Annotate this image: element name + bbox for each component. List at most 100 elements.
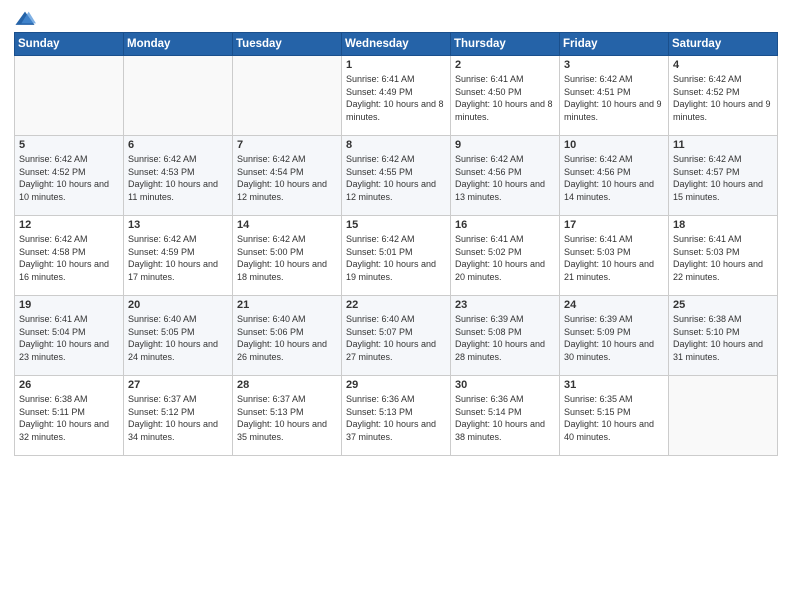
- day-info: Sunrise: 6:39 AM Sunset: 5:09 PM Dayligh…: [564, 313, 664, 363]
- day-info: Sunrise: 6:42 AM Sunset: 4:52 PM Dayligh…: [19, 153, 119, 203]
- days-header-row: SundayMondayTuesdayWednesdayThursdayFrid…: [15, 33, 778, 56]
- day-info: Sunrise: 6:40 AM Sunset: 5:06 PM Dayligh…: [237, 313, 337, 363]
- day-number: 29: [346, 379, 446, 391]
- day-info: Sunrise: 6:38 AM Sunset: 5:10 PM Dayligh…: [673, 313, 773, 363]
- day-number: 31: [564, 379, 664, 391]
- day-number: 7: [237, 139, 337, 151]
- calendar-cell: 20 Sunrise: 6:40 AM Sunset: 5:05 PM Dayli…: [124, 296, 233, 376]
- day-number: 23: [455, 299, 555, 311]
- day-info: Sunrise: 6:36 AM Sunset: 5:13 PM Dayligh…: [346, 393, 446, 443]
- day-number: 2: [455, 59, 555, 71]
- calendar-cell: 29 Sunrise: 6:36 AM Sunset: 5:13 PM Dayli…: [342, 376, 451, 456]
- day-number: 1: [346, 59, 446, 71]
- day-number: 17: [564, 219, 664, 231]
- day-info: Sunrise: 6:42 AM Sunset: 5:00 PM Dayligh…: [237, 233, 337, 283]
- day-number: 27: [128, 379, 228, 391]
- day-of-week-header: Thursday: [451, 33, 560, 56]
- calendar-week-row: 19 Sunrise: 6:41 AM Sunset: 5:04 PM Dayli…: [15, 296, 778, 376]
- day-number: 21: [237, 299, 337, 311]
- day-number: 28: [237, 379, 337, 391]
- day-number: 5: [19, 139, 119, 151]
- calendar-cell: 21 Sunrise: 6:40 AM Sunset: 5:06 PM Dayli…: [233, 296, 342, 376]
- day-of-week-header: Saturday: [669, 33, 778, 56]
- calendar-cell: 17 Sunrise: 6:41 AM Sunset: 5:03 PM Dayli…: [560, 216, 669, 296]
- day-number: 14: [237, 219, 337, 231]
- calendar-cell: 7 Sunrise: 6:42 AM Sunset: 4:54 PM Daylig…: [233, 136, 342, 216]
- calendar-week-row: 12Sunrise: 6:42 AM Sunset: 4:58 PM Dayli…: [15, 216, 778, 296]
- day-info: Sunrise: 6:40 AM Sunset: 5:05 PM Dayligh…: [128, 313, 228, 363]
- calendar-cell: [15, 56, 124, 136]
- day-info: Sunrise: 6:42 AM Sunset: 4:57 PM Dayligh…: [673, 153, 773, 203]
- day-of-week-header: Sunday: [15, 33, 124, 56]
- day-number: 18: [673, 219, 773, 231]
- calendar-cell: 27Sunrise: 6:37 AM Sunset: 5:12 PM Dayli…: [124, 376, 233, 456]
- day-info: Sunrise: 6:41 AM Sunset: 5:02 PM Dayligh…: [455, 233, 555, 283]
- calendar-cell: 14 Sunrise: 6:42 AM Sunset: 5:00 PM Dayli…: [233, 216, 342, 296]
- calendar-cell: 6 Sunrise: 6:42 AM Sunset: 4:53 PM Daylig…: [124, 136, 233, 216]
- calendar-cell: 2 Sunrise: 6:41 AM Sunset: 4:50 PM Daylig…: [451, 56, 560, 136]
- day-info: Sunrise: 6:42 AM Sunset: 4:59 PM Dayligh…: [128, 233, 228, 283]
- day-of-week-header: Tuesday: [233, 33, 342, 56]
- logo-icon: [14, 10, 36, 28]
- calendar-cell: [233, 56, 342, 136]
- calendar-week-row: 5 Sunrise: 6:42 AM Sunset: 4:52 PM Daylig…: [15, 136, 778, 216]
- day-number: 16: [455, 219, 555, 231]
- calendar-cell: 11 Sunrise: 6:42 AM Sunset: 4:57 PM Dayli…: [669, 136, 778, 216]
- day-info: Sunrise: 6:39 AM Sunset: 5:08 PM Dayligh…: [455, 313, 555, 363]
- calendar-cell: 28 Sunrise: 6:37 AM Sunset: 5:13 PM Dayli…: [233, 376, 342, 456]
- calendar-cell: 10Sunrise: 6:42 AM Sunset: 4:56 PM Dayli…: [560, 136, 669, 216]
- day-number: 11: [673, 139, 773, 151]
- calendar-cell: 8 Sunrise: 6:42 AM Sunset: 4:55 PM Daylig…: [342, 136, 451, 216]
- day-number: 24: [564, 299, 664, 311]
- day-of-week-header: Wednesday: [342, 33, 451, 56]
- day-info: Sunrise: 6:41 AM Sunset: 4:49 PM Dayligh…: [346, 73, 446, 123]
- day-info: Sunrise: 6:42 AM Sunset: 4:56 PM Dayligh…: [455, 153, 555, 203]
- day-of-week-header: Monday: [124, 33, 233, 56]
- calendar-cell: 24 Sunrise: 6:39 AM Sunset: 5:09 PM Dayli…: [560, 296, 669, 376]
- logo: [14, 10, 40, 28]
- day-number: 12: [19, 219, 119, 231]
- calendar-cell: 30Sunrise: 6:36 AM Sunset: 5:14 PM Dayli…: [451, 376, 560, 456]
- day-number: 20: [128, 299, 228, 311]
- day-of-week-header: Friday: [560, 33, 669, 56]
- day-info: Sunrise: 6:38 AM Sunset: 5:11 PM Dayligh…: [19, 393, 119, 443]
- day-info: Sunrise: 6:37 AM Sunset: 5:13 PM Dayligh…: [237, 393, 337, 443]
- day-number: 26: [19, 379, 119, 391]
- day-number: 19: [19, 299, 119, 311]
- calendar-cell: 3Sunrise: 6:42 AM Sunset: 4:51 PM Daylig…: [560, 56, 669, 136]
- calendar-cell: 9 Sunrise: 6:42 AM Sunset: 4:56 PM Daylig…: [451, 136, 560, 216]
- day-number: 15: [346, 219, 446, 231]
- day-number: 3: [564, 59, 664, 71]
- calendar-cell: 4Sunrise: 6:42 AM Sunset: 4:52 PM Daylig…: [669, 56, 778, 136]
- day-number: 9: [455, 139, 555, 151]
- day-number: 4: [673, 59, 773, 71]
- day-info: Sunrise: 6:41 AM Sunset: 5:04 PM Dayligh…: [19, 313, 119, 363]
- calendar-container: SundayMondayTuesdayWednesdayThursdayFrid…: [0, 0, 792, 462]
- calendar-table: SundayMondayTuesdayWednesdayThursdayFrid…: [14, 32, 778, 456]
- day-info: Sunrise: 6:36 AM Sunset: 5:14 PM Dayligh…: [455, 393, 555, 443]
- day-info: Sunrise: 6:41 AM Sunset: 5:03 PM Dayligh…: [673, 233, 773, 283]
- day-info: Sunrise: 6:42 AM Sunset: 4:55 PM Dayligh…: [346, 153, 446, 203]
- calendar-cell: 23 Sunrise: 6:39 AM Sunset: 5:08 PM Dayli…: [451, 296, 560, 376]
- calendar-cell: 31 Sunrise: 6:35 AM Sunset: 5:15 PM Dayli…: [560, 376, 669, 456]
- day-info: Sunrise: 6:35 AM Sunset: 5:15 PM Dayligh…: [564, 393, 664, 443]
- day-number: 13: [128, 219, 228, 231]
- calendar-cell: 16 Sunrise: 6:41 AM Sunset: 5:02 PM Dayli…: [451, 216, 560, 296]
- day-info: Sunrise: 6:41 AM Sunset: 4:50 PM Dayligh…: [455, 73, 555, 123]
- calendar-cell: [124, 56, 233, 136]
- day-number: 6: [128, 139, 228, 151]
- day-info: Sunrise: 6:42 AM Sunset: 4:54 PM Dayligh…: [237, 153, 337, 203]
- calendar-cell: 26 Sunrise: 6:38 AM Sunset: 5:11 PM Dayli…: [15, 376, 124, 456]
- day-number: 8: [346, 139, 446, 151]
- calendar-cell: 12Sunrise: 6:42 AM Sunset: 4:58 PM Dayli…: [15, 216, 124, 296]
- calendar-week-row: 1 Sunrise: 6:41 AM Sunset: 4:49 PM Daylig…: [15, 56, 778, 136]
- day-info: Sunrise: 6:42 AM Sunset: 4:56 PM Dayligh…: [564, 153, 664, 203]
- calendar-cell: 15Sunrise: 6:42 AM Sunset: 5:01 PM Dayli…: [342, 216, 451, 296]
- calendar-cell: 25Sunrise: 6:38 AM Sunset: 5:10 PM Dayli…: [669, 296, 778, 376]
- day-number: 22: [346, 299, 446, 311]
- day-info: Sunrise: 6:41 AM Sunset: 5:03 PM Dayligh…: [564, 233, 664, 283]
- header: [14, 10, 778, 28]
- day-info: Sunrise: 6:42 AM Sunset: 4:53 PM Dayligh…: [128, 153, 228, 203]
- calendar-cell: 1 Sunrise: 6:41 AM Sunset: 4:49 PM Daylig…: [342, 56, 451, 136]
- calendar-cell: 18 Sunrise: 6:41 AM Sunset: 5:03 PM Dayli…: [669, 216, 778, 296]
